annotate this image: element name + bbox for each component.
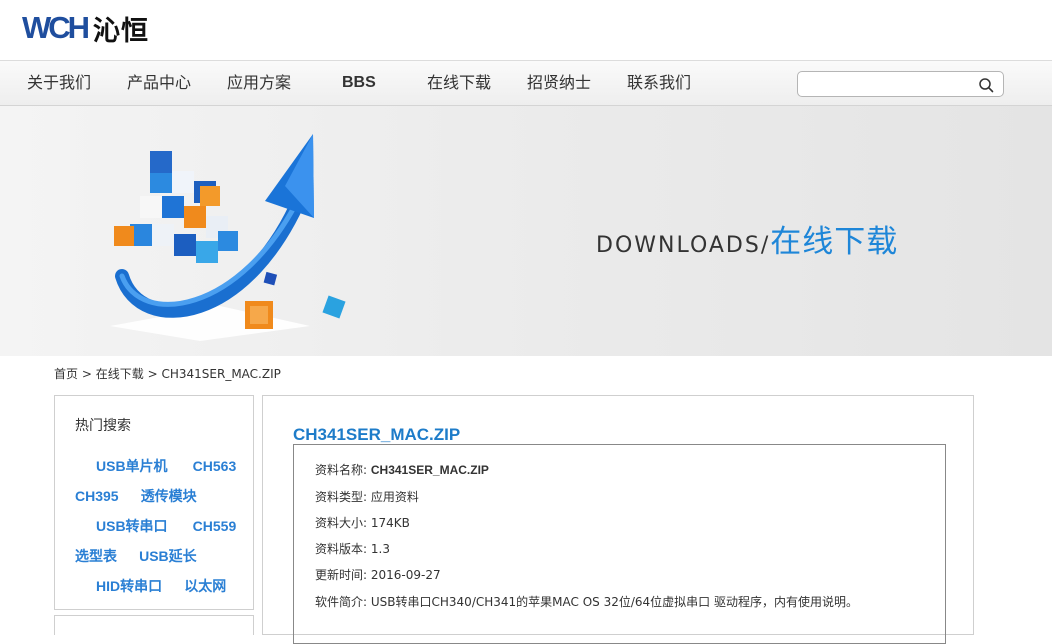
search-icon[interactable] [978,77,994,93]
nav-about[interactable]: 关于我们 [27,61,91,105]
sidebar-second-panel [54,615,254,635]
breadcrumb-sep: > [81,367,92,381]
hot-search-tag[interactable]: USB延长 [139,542,197,570]
breadcrumb-home[interactable]: 首页 [54,367,78,381]
info-label: 软件简介: [315,595,368,609]
search-input[interactable] [804,75,974,93]
nav-products[interactable]: 产品中心 [127,61,191,105]
breadcrumb-section[interactable]: 在线下载 [96,367,144,381]
file-info-box: 资料名称: CH341SER_MAC.ZIP 资料类型: 应用资料 资料大小: … [293,444,946,644]
hot-search-tag[interactable]: 以太网 [184,572,226,600]
banner-title-separator: / [760,233,771,258]
info-row-type: 资料类型: 应用资料 [315,488,419,505]
info-value: CH341SER_MAC.ZIP [370,463,489,477]
info-row-description: 软件简介: USB转串口CH340/CH341的苹果MAC OS 32位/64位… [315,593,858,610]
breadcrumb-sep: > [147,367,158,381]
logo-mark: WCH [22,10,90,45]
info-value: 应用资料 [370,490,419,504]
info-label: 资料名称: [315,463,368,477]
info-value: 2016-09-27 [370,568,441,582]
hot-search-tag[interactable]: USB转串口 [96,512,168,540]
banner-title: DOWNLOADS/在线下载 [596,216,898,261]
main-nav: 关于我们 产品中心 应用方案 BBS 在线下载 招贤纳士 联系我们 [0,60,1052,106]
info-label: 更新时间: [315,568,368,582]
info-value: USB转串口CH340/CH341的苹果MAC OS 32位/64位虚拟串口 驱… [370,595,858,609]
file-title[interactable]: CH341SER_MAC.ZIP [293,425,460,445]
banner-title-en: DOWNLOADS [596,233,761,258]
info-label: 资料类型: [315,490,368,504]
search-box [797,71,1004,97]
breadcrumb-current: CH341SER_MAC.ZIP [161,367,281,381]
hot-search-title: 热门搜索 [75,418,131,434]
info-row-name: 资料名称: CH341SER_MAC.ZIP [315,461,489,478]
downloads-banner: DOWNLOADS/在线下载 [0,106,1052,356]
info-label: 资料大小: [315,516,368,530]
hot-search-tag[interactable]: CH395 [75,482,119,510]
hot-search-tag[interactable]: HID转串口 [96,572,162,600]
banner-title-cn: 在线下载 [770,224,899,260]
info-label: 资料版本: [315,542,368,556]
nav-downloads[interactable]: 在线下载 [427,61,491,105]
hot-search-tag[interactable]: 选型表 [75,542,117,570]
hot-search-tag[interactable]: 透传模块 [141,482,197,510]
breadcrumb: 首页 > 在线下载 > CH341SER_MAC.ZIP [54,365,281,382]
hot-search-panel: 热门搜索 USB单片机 CH563 CH395 透传模块 USB转串口 CH55… [54,395,254,610]
info-row-size: 资料大小: 174KB [315,514,410,531]
nav-contact[interactable]: 联系我们 [627,61,691,105]
logo-text: 沁恒 [93,15,150,47]
hot-search-tag[interactable]: CH559 [193,512,237,540]
site-header: WCH 沁恒 [0,0,1052,60]
info-value: 174KB [370,516,410,530]
banner-cube-arrow-illustration [110,134,346,341]
nav-solutions[interactable]: 应用方案 [227,61,291,105]
nav-careers[interactable]: 招贤纳士 [527,61,591,105]
info-value: 1.3 [370,542,390,556]
wch-logo[interactable]: WCH 沁恒 [22,10,150,47]
info-row-version: 资料版本: 1.3 [315,540,390,557]
info-row-updated: 更新时间: 2016-09-27 [315,566,441,583]
hot-search-tag[interactable]: USB单片机 [96,452,168,480]
nav-bbs[interactable]: BBS [342,61,376,105]
file-detail-panel: CH341SER_MAC.ZIP 资料名称: CH341SER_MAC.ZIP … [262,395,974,644]
hot-search-tag[interactable]: CH563 [193,452,237,480]
hot-search-tags: USB单片机 CH563 CH395 透传模块 USB转串口 CH559 选型表… [75,452,245,602]
